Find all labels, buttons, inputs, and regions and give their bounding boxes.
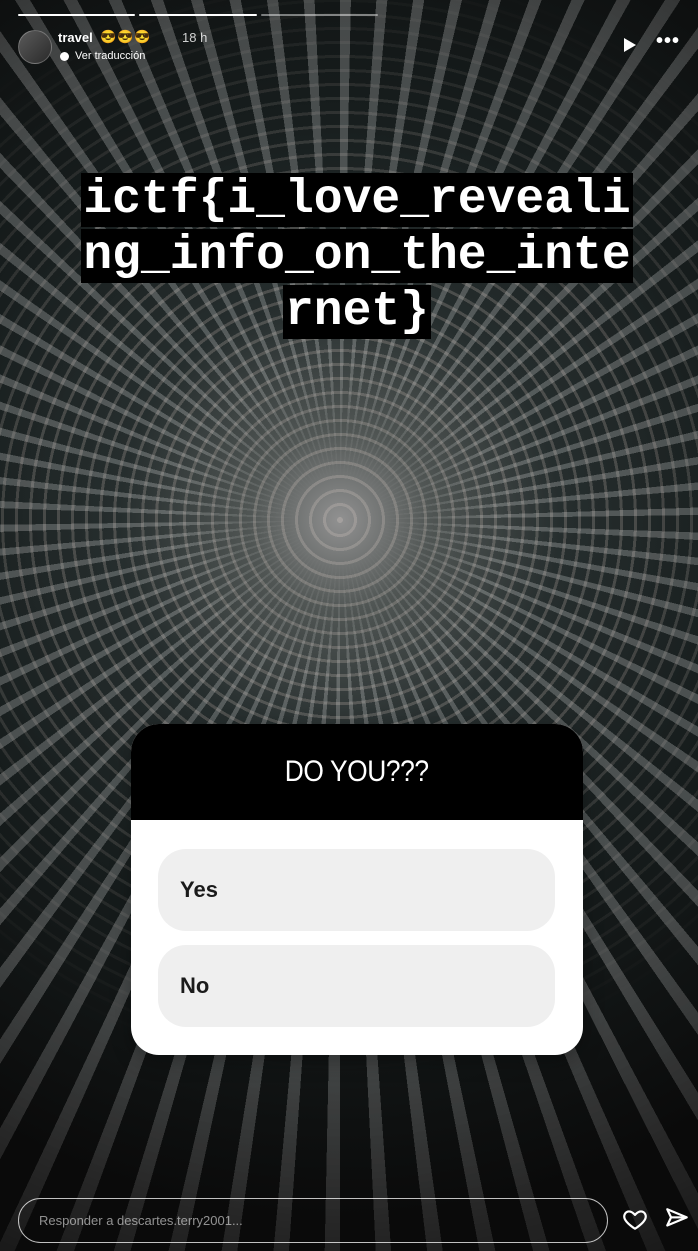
translate-label: Ver traducción [75,50,146,62]
poll-sticker: DO YOU??? Yes No [131,724,583,1055]
translate-link[interactable]: Ver traducción [60,50,145,62]
story-timestamp: 18 h [182,30,208,45]
play-icon[interactable] [624,38,636,52]
poll-option-yes[interactable]: Yes [158,849,555,931]
avatar[interactable] [18,30,52,64]
reply-input[interactable]: Responder a descartes.terry2001... [18,1198,608,1243]
username-emojis: 😎😎😎 [100,29,152,44]
story-progress-bar [18,14,378,16]
reply-placeholder: Responder a descartes.terry2001... [39,1213,243,1228]
poll-option-no[interactable]: No [158,945,555,1027]
more-icon[interactable]: ••• [656,31,680,51]
progress-segment [18,14,136,16]
flag-line-3: rnet} [282,285,432,339]
progress-segment [260,14,378,16]
poll-header: DO YOU??? [131,724,583,820]
send-icon[interactable] [664,1206,690,1232]
flag-line-1: ictf{i_love_reveali [81,173,633,227]
progress-segment [139,14,257,16]
globe-icon [60,51,69,61]
story-text-overlay: ictf{i_love_reveali ng_info_on_the_inte … [62,172,652,340]
username[interactable]: travel [58,30,93,45]
heart-icon[interactable] [622,1206,648,1232]
flag-line-2: ng_info_on_the_inte [81,229,633,283]
story-header: travel 😎😎😎 18 h Ver traducción ••• [18,28,680,68]
poll-question: DO YOU??? [285,755,429,788]
